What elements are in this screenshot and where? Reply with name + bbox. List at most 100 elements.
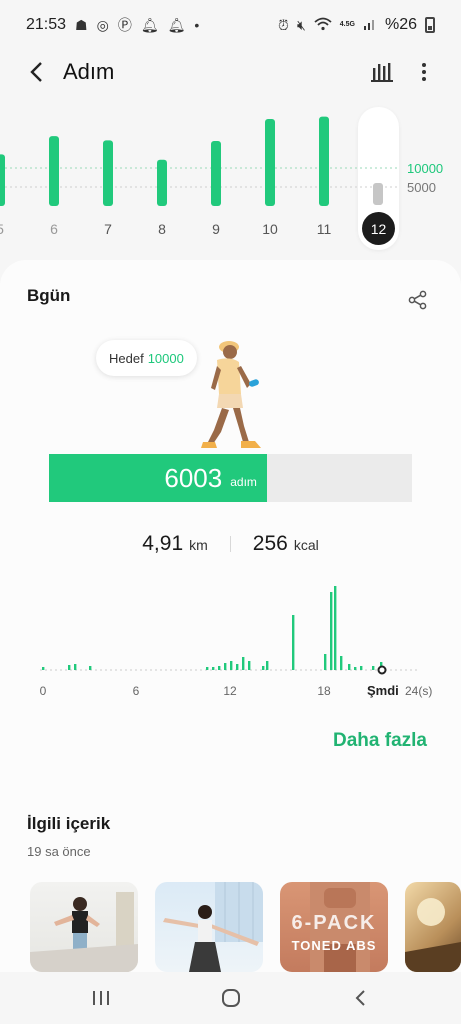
hourly-bar	[242, 657, 245, 670]
day-bar-10[interactable]	[265, 119, 275, 206]
app-header: Adım	[0, 50, 461, 96]
day-label-6[interactable]: 6	[39, 221, 69, 237]
goal-label: Hedef	[109, 350, 144, 366]
walking-person-illustration	[201, 341, 261, 448]
more-link[interactable]: Daha fazla	[333, 730, 427, 752]
day-label-8[interactable]: 8	[147, 221, 177, 237]
steps-progress-bar: 6003 adım	[49, 454, 412, 502]
back-icon	[355, 990, 365, 1006]
related-thumbnail-1[interactable]	[30, 882, 138, 972]
weekly-steps-chart[interactable]: 5 6 7 8 9 10 11 12 10000 5000	[0, 100, 461, 250]
now-marker	[377, 665, 387, 675]
hourly-bar	[224, 663, 227, 670]
notification-icon: ☗	[75, 16, 88, 33]
day-bar-5[interactable]	[0, 154, 5, 206]
pinterest-icon: Ⓟ	[117, 17, 132, 33]
day-bar-12[interactable]	[373, 183, 383, 205]
hourly-bar	[354, 667, 357, 670]
today-card: Bgün Hedef 10000 6003 adım 4,91 km 256 k…	[0, 260, 461, 980]
page-title: Adım	[63, 59, 115, 84]
day-label-5[interactable]: 5	[0, 221, 15, 237]
thumb3-title: 6-PACK	[291, 912, 377, 934]
calories-unit: kcal	[293, 537, 319, 553]
system-nav-bar	[0, 972, 461, 1024]
network-type: 4.5G	[339, 21, 355, 28]
hourly-bar	[340, 656, 343, 670]
hour-label-18: 18	[317, 684, 331, 698]
workout-image-4	[405, 898, 461, 972]
bell-icon: 🔔︎	[140, 16, 159, 33]
related-title: İlgili içerik	[27, 814, 111, 833]
bell-icon-2: 🔔︎	[167, 16, 186, 33]
hourly-bar	[372, 666, 375, 670]
status-time: 21:53	[26, 16, 67, 33]
more-options-button[interactable]	[412, 60, 436, 84]
day-label-11[interactable]: 11	[309, 221, 339, 237]
steps-progress-fill: 6003 adım	[49, 454, 267, 502]
back-button[interactable]	[22, 58, 50, 86]
stats-row: 4,91 km 256 kcal	[0, 532, 461, 556]
hourly-bar	[68, 665, 71, 670]
distance-unit: km	[189, 537, 208, 553]
hourly-bar	[218, 666, 221, 670]
status-bar: 21:53 ☗ ◎ Ⓟ 🔔︎ 🔔︎ • ⏰︎ 🔇︎ 4.5G %26	[0, 0, 461, 50]
share-button[interactable]	[408, 290, 428, 310]
day-label-9[interactable]: 9	[201, 221, 231, 237]
related-time: 19 sa önce	[27, 844, 91, 859]
alarm-icon: ⏰︎	[278, 16, 289, 33]
goal-5000-label: 5000	[407, 180, 436, 195]
hourly-bar	[348, 664, 351, 670]
share-icon	[408, 290, 427, 310]
battery-icon	[425, 17, 435, 33]
more-dot	[422, 70, 426, 74]
signal-icon	[363, 17, 377, 34]
wifi-icon	[314, 17, 332, 34]
today-title: Bgün	[27, 286, 71, 305]
hourly-bar	[330, 592, 333, 670]
goal-bubble: Hedef 10000	[96, 340, 197, 376]
workout-image-1	[30, 892, 138, 972]
hour-label-end: 24(s)	[405, 684, 433, 698]
hour-label-6: 6	[132, 684, 140, 698]
more-dot	[422, 63, 426, 67]
home-button[interactable]	[216, 986, 246, 1010]
steps-unit: adım	[230, 475, 257, 489]
battery-percent: %26	[384, 16, 417, 33]
day-bar-8[interactable]	[157, 159, 167, 206]
hourly-bar	[324, 654, 327, 670]
related-thumbnail-3[interactable]: 6-PACK TONED ABS	[280, 882, 388, 972]
hourly-bar	[89, 666, 92, 670]
day-label-10[interactable]: 10	[255, 221, 285, 237]
now-label: Şmdi	[367, 683, 399, 698]
hourly-bar	[236, 664, 239, 670]
hourly-bar	[266, 661, 269, 670]
selected-day-label[interactable]: 12	[362, 212, 395, 245]
workout-image-2	[163, 882, 263, 972]
hour-label-12: 12	[223, 684, 237, 698]
recent-apps-icon	[93, 991, 109, 1005]
hourly-bar	[360, 666, 363, 670]
day-label-7[interactable]: 7	[93, 221, 123, 237]
hourly-bar	[334, 586, 337, 670]
related-thumbnail-4[interactable]	[405, 882, 461, 972]
thumb3-subtitle: TONED ABS	[291, 938, 377, 953]
hourly-bar	[248, 661, 251, 670]
day-bar-11[interactable]	[319, 116, 329, 206]
day-bar-7[interactable]	[103, 140, 113, 206]
system-back-button[interactable]	[345, 986, 375, 1010]
steps-count: 6003	[164, 462, 223, 493]
day-bar-9[interactable]	[211, 140, 221, 206]
hourly-bar	[212, 667, 215, 670]
chart-view-button[interactable]	[370, 60, 394, 84]
related-thumbnail-2[interactable]	[155, 882, 263, 972]
distance-value: 4,91	[142, 532, 184, 555]
day-bar-6[interactable]	[49, 136, 59, 206]
recent-apps-button[interactable]	[86, 986, 116, 1010]
goal-value: 10000	[147, 350, 184, 366]
whatsapp-icon: ◎	[96, 16, 109, 33]
hourly-bar	[42, 667, 45, 670]
hour-label-0: 0	[39, 684, 47, 698]
hourly-bar	[262, 666, 265, 670]
hourly-bar	[74, 664, 77, 670]
bar-chart-icon	[371, 63, 393, 82]
